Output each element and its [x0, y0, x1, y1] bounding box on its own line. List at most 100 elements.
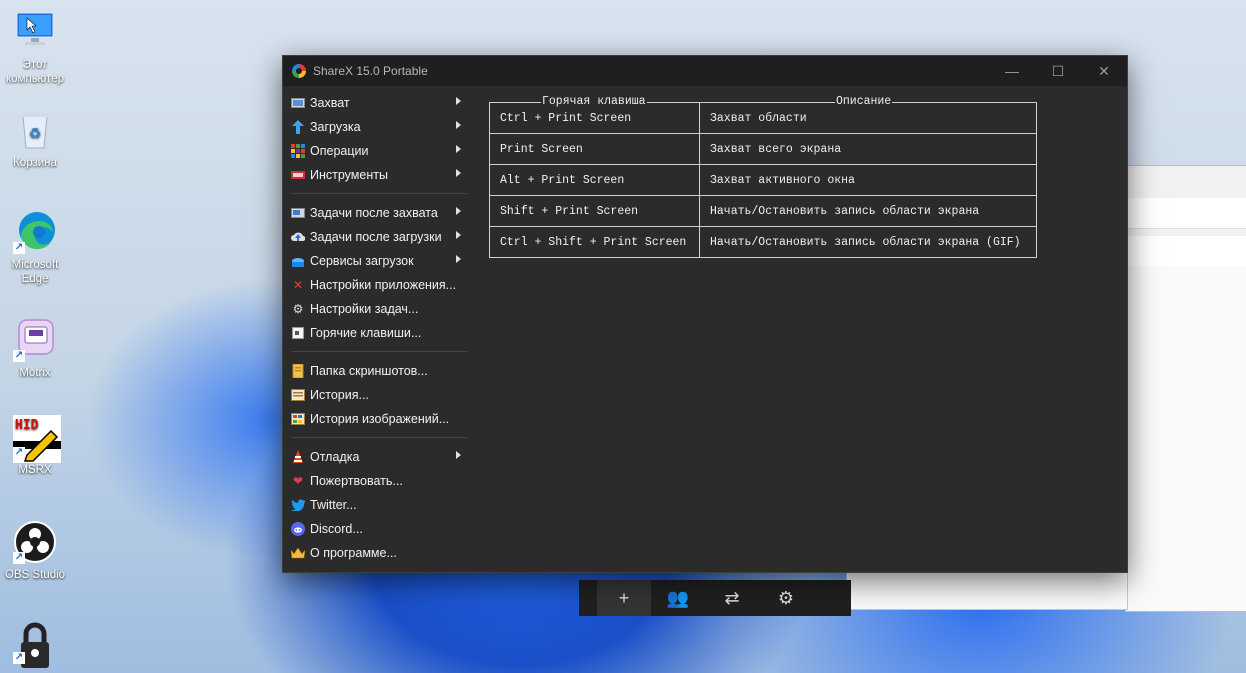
svg-text:♻: ♻ — [29, 126, 42, 142]
table-row: Print Screen Захват всего экрана — [490, 133, 1036, 164]
submenu-arrow-icon — [456, 97, 461, 105]
menu-item-debug[interactable]: Отладка — [283, 445, 469, 469]
menu-item-upload[interactable]: Загрузка — [283, 115, 469, 139]
main-menu: Захват Загрузка Операции Инструменты Зад… — [283, 91, 469, 565]
twitter-icon — [291, 498, 305, 512]
submenu-arrow-icon — [456, 231, 461, 239]
history-icon — [291, 388, 305, 402]
lock-icon: ↗ — [13, 620, 57, 668]
desktop-icon-label: Этот компьютер — [6, 59, 64, 85]
menu-separator — [291, 193, 467, 194]
discord-icon — [291, 522, 305, 536]
edge-icon: ↗ — [13, 210, 57, 254]
desktop-icon-label: Корзина — [13, 157, 57, 169]
workflows-icon — [291, 144, 305, 158]
window-title: ShareX 15.0 Portable — [313, 64, 428, 78]
obs-icon: ↗ — [13, 520, 57, 564]
submenu-arrow-icon — [456, 169, 461, 177]
screenshots-folder-icon — [291, 364, 305, 378]
submenu-arrow-icon — [456, 207, 461, 215]
menu-item-after-upload[interactable]: Задачи после загрузки — [283, 225, 469, 249]
close-button[interactable]: ✕ — [1081, 56, 1127, 86]
submenu-arrow-icon — [456, 121, 461, 129]
menu-item-destinations[interactable]: Сервисы загрузок — [283, 249, 469, 273]
motrix-icon: ↗ — [13, 318, 57, 362]
submenu-arrow-icon — [456, 145, 461, 153]
msrx-badge: HID — [15, 418, 39, 433]
title-bar[interactable]: ShareX 15.0 Portable — ☐ ✕ — [283, 56, 1127, 86]
menu-item-hotkeys[interactable]: Горячие клавиши... — [283, 321, 469, 345]
table-row: Ctrl + Shift + Print Screen Начать/Остан… — [490, 226, 1036, 257]
menu-item-workflows[interactable]: Операции — [283, 139, 469, 163]
menu-item-after-capture[interactable]: Задачи после захвата — [283, 201, 469, 225]
maximize-button[interactable]: ☐ — [1035, 56, 1081, 86]
hotkey-cell: Print Screen — [490, 134, 700, 164]
menu-item-donate[interactable]: ❤ Пожертвовать... — [283, 469, 469, 493]
menu-separator — [291, 351, 467, 352]
plus-icon[interactable]: + — [597, 580, 651, 616]
desktop-icon-lock[interactable]: ↗ — [0, 620, 70, 668]
hotkey-cell: Alt + Print Screen — [490, 165, 700, 195]
menu-item-twitter[interactable]: Twitter... — [283, 493, 469, 517]
hotkey-cell: Ctrl + Shift + Print Screen — [490, 227, 700, 257]
description-cell: Захват активного окна — [710, 173, 855, 187]
after-upload-icon — [291, 230, 305, 244]
recycle-bin-icon: ♻ — [13, 108, 57, 152]
sharex-window[interactable]: ShareX 15.0 Portable — ☐ ✕ Захват Загруз… — [282, 55, 1128, 573]
desktop-icon-label: Motrix — [19, 367, 51, 379]
app-settings-icon: ✕ — [292, 278, 304, 292]
column-header-hotkey: Горячая клавиша — [541, 95, 647, 109]
background-window[interactable] — [1125, 165, 1246, 612]
menu-item-history[interactable]: История... — [283, 383, 469, 407]
desktop-icon-label: OBS Studio — [4, 569, 66, 581]
menu-item-discord[interactable]: Discord... — [283, 517, 469, 541]
shortcut-arrow-icon: ↗ — [13, 350, 25, 362]
desktop-icon-obs[interactable]: ↗ OBS Studio — [0, 520, 70, 582]
submenu-arrow-icon — [456, 451, 461, 459]
this-pc-icon — [13, 10, 57, 54]
table-row: Shift + Print Screen Начать/Остановить з… — [490, 195, 1036, 226]
shortcut-arrow-icon: ↗ — [13, 652, 25, 664]
description-cell: Начать/Остановить запись области экрана … — [710, 235, 1021, 249]
menu-item-task-settings[interactable]: ⚙ Настройки задач... — [283, 297, 469, 321]
submenu-arrow-icon — [456, 255, 461, 263]
menu-item-capture[interactable]: Захват — [283, 91, 469, 115]
column-header-description: Описание — [835, 95, 893, 109]
hotkey-cell: Shift + Print Screen — [490, 196, 700, 226]
desktop-icon-edge[interactable]: ↗ Microsoft Edge — [0, 210, 70, 286]
menu-item-tools[interactable]: Инструменты — [283, 163, 469, 187]
desktop-icon-label: Microsoft Edge — [11, 259, 59, 285]
gear-icon[interactable]: ⚙ — [759, 580, 813, 616]
desktop-icon-label: MSRX — [18, 464, 52, 476]
hotkeys-table: Горячая клавиша Описание Ctrl + Print Sc… — [489, 95, 1037, 258]
background-panel — [846, 570, 1128, 610]
upload-icon — [291, 120, 305, 134]
desktop-icon-motrix[interactable]: ↗ Motrix — [0, 318, 70, 380]
desktop-icon-msrx[interactable]: HID ↗ MSRX — [0, 415, 70, 477]
background-toolbar: + 👥 ⇄ ⚙ — [579, 580, 851, 616]
shortcut-arrow-icon: ↗ — [13, 552, 25, 564]
desktop-icon-recycle-bin[interactable]: ♻ Корзина — [0, 108, 70, 170]
menu-separator — [291, 437, 467, 438]
menu-item-about[interactable]: О программе... — [283, 541, 469, 565]
sharex-logo-icon — [292, 64, 306, 78]
people-icon[interactable]: 👥 — [651, 580, 705, 616]
description-cell: Захват всего экрана — [710, 142, 842, 156]
menu-item-app-settings[interactable]: ✕ Настройки приложения... — [283, 273, 469, 297]
hotkeys-icon — [291, 326, 305, 340]
debug-icon — [291, 450, 305, 464]
msrx-icon: HID ↗ — [13, 415, 61, 463]
minimize-button[interactable]: — — [989, 56, 1035, 86]
tools-icon — [291, 168, 305, 182]
shortcut-arrow-icon: ↗ — [13, 447, 25, 459]
capture-icon — [291, 96, 305, 110]
desktop-icon-this-pc[interactable]: Этот компьютер — [0, 10, 70, 86]
after-capture-icon — [291, 206, 305, 220]
shortcut-arrow-icon: ↗ — [13, 242, 25, 254]
swap-icon[interactable]: ⇄ — [705, 580, 759, 616]
menu-item-screenshots-folder[interactable]: Папка скриншотов... — [283, 359, 469, 383]
task-settings-icon: ⚙ — [292, 302, 304, 316]
donate-icon: ❤ — [292, 474, 304, 488]
table-row: Alt + Print Screen Захват активного окна — [490, 164, 1036, 195]
menu-item-image-history[interactable]: История изображений... — [283, 407, 469, 431]
